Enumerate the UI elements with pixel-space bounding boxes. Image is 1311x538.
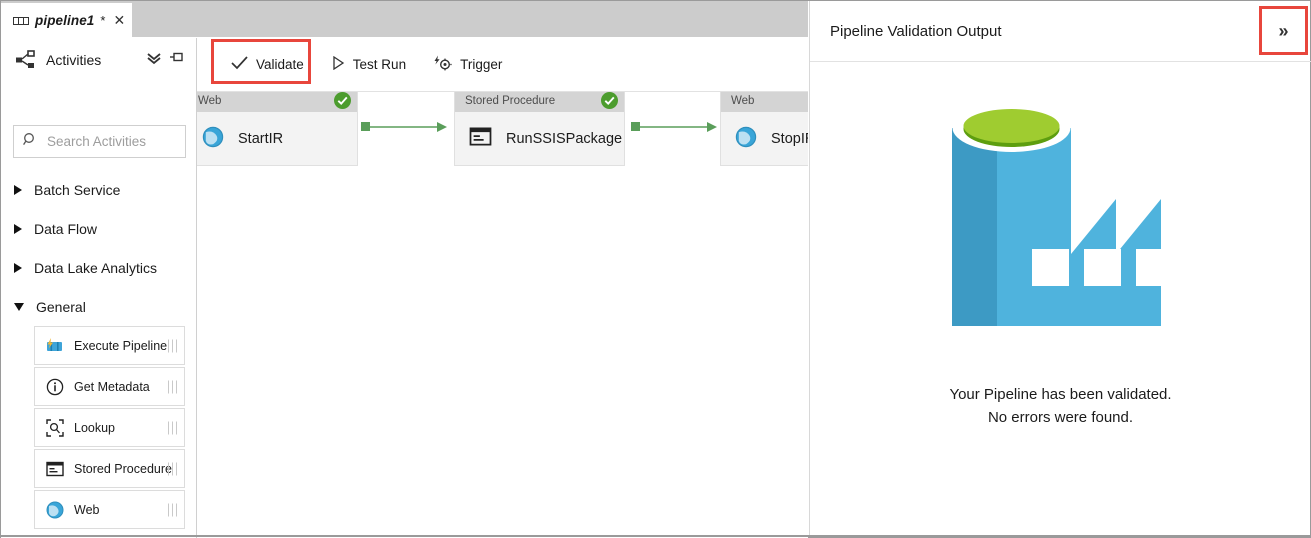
double-chevron-down-icon[interactable] <box>145 50 163 71</box>
validation-panel-body: Your Pipeline has been validated. No err… <box>810 62 1311 536</box>
activities-panel: Activities Search Activities Batch Servi… <box>1 38 197 538</box>
drag-handle-icon[interactable] <box>167 503 177 516</box>
node-name-label: RunSSISPackage <box>506 131 623 147</box>
drag-handle-icon[interactable] <box>167 339 177 352</box>
web-globe-icon <box>45 500 65 520</box>
validation-panel-title: Pipeline Validation Output <box>830 22 1002 40</box>
collapse-panel-button[interactable]: » <box>1259 6 1308 55</box>
search-activities-box[interactable] <box>13 125 186 158</box>
pipeline-canvas-area: Validate Test Run Trigger Web StartIR St… <box>197 38 808 538</box>
general-items-list: Execute Pipeline Get Metadata Lookup Sto… <box>1 326 197 529</box>
status-valid-icon <box>334 92 351 109</box>
tree-group-label: Data Lake Analytics <box>34 259 157 276</box>
validate-button[interactable]: Validate <box>219 47 316 83</box>
node-name-label: StartIR <box>238 131 284 147</box>
trigger-label: Trigger <box>460 57 503 72</box>
chevron-right-icon <box>14 184 22 195</box>
test-run-label: Test Run <box>352 57 407 72</box>
pipeline-canvas[interactable]: Web StartIR Stored Procedure RunSSISPack… <box>197 92 808 537</box>
adf-pipeline-editor: pipeline1 * ✕ Activities Search Activiti… <box>0 0 1311 538</box>
node-body: StartIR <box>197 112 357 166</box>
activity-item-label: Web <box>74 502 100 517</box>
execute-pipeline-icon <box>45 336 65 356</box>
activity-item-get-metadata[interactable]: Get Metadata <box>34 367 185 406</box>
factory-icon <box>926 94 1196 361</box>
node-output-handle[interactable] <box>361 122 370 131</box>
stored-procedure-icon <box>468 124 493 154</box>
search-input[interactable] <box>47 134 167 149</box>
drag-handle-icon[interactable] <box>167 380 177 393</box>
validate-label: Validate <box>256 57 304 72</box>
trigger-button[interactable]: Trigger <box>422 47 514 83</box>
chevron-right-icon <box>14 223 22 234</box>
drag-handle-icon[interactable] <box>167 462 177 475</box>
canvas-node-startir[interactable]: Web StartIR <box>197 92 358 166</box>
info-circle-icon <box>45 377 65 397</box>
activities-tree: Batch Service Data Flow Data Lake Analyt… <box>1 170 197 538</box>
tree-group-label: General <box>36 298 86 315</box>
tab-title: pipeline1 <box>35 12 95 28</box>
canvas-node-stopir[interactable]: Web StopIR <box>720 92 808 166</box>
tab-dirty-marker: * <box>100 12 106 28</box>
tree-group-batch-service[interactable]: Batch Service <box>1 170 197 209</box>
web-globe-icon <box>734 125 758 154</box>
node-output-handle[interactable] <box>631 122 640 131</box>
validation-output-panel: Pipeline Validation Output » Your Pipeli… <box>809 1 1311 537</box>
drag-handle-icon[interactable] <box>167 421 177 434</box>
pipeline-icon <box>13 14 29 26</box>
web-globe-icon <box>201 125 225 154</box>
tree-group-general[interactable]: General <box>1 287 197 326</box>
lookup-icon <box>45 418 65 438</box>
node-type-label: Web <box>198 94 222 107</box>
activity-item-label: Lookup <box>74 420 116 435</box>
activity-item-label: Execute Pipeline <box>74 338 168 353</box>
double-chevron-right-icon: » <box>1278 20 1289 41</box>
canvas-node-runssispackage[interactable]: Stored Procedure RunSSISPackage <box>454 92 625 166</box>
tree-group-label: Data Flow <box>34 220 98 237</box>
tree-group-label: Batch Service <box>34 181 121 198</box>
pin-icon[interactable] <box>169 50 185 71</box>
connector-startir-to-runssispackage <box>365 122 447 132</box>
activity-item-lookup[interactable]: Lookup <box>34 408 185 447</box>
tree-group-data-flow[interactable]: Data Flow <box>1 209 197 248</box>
activity-item-label: Stored Procedure <box>74 461 172 476</box>
node-type-label: Stored Procedure <box>465 94 556 107</box>
play-icon <box>332 55 345 73</box>
activities-title: Activities <box>46 52 102 68</box>
node-body: StopIR <box>721 112 808 166</box>
tree-group-data-lake-analytics[interactable]: Data Lake Analytics <box>1 248 197 287</box>
tab-pipeline1[interactable]: pipeline1 * ✕ <box>1 3 132 37</box>
validation-message-line2: No errors were found. <box>987 409 1134 427</box>
search-icon <box>23 132 38 152</box>
node-body: RunSSISPackage <box>455 112 624 166</box>
activity-item-stored-procedure[interactable]: Stored Procedure <box>34 449 185 488</box>
chevron-down-icon <box>14 302 24 311</box>
activity-item-web[interactable]: Web <box>34 490 185 529</box>
close-icon[interactable]: ✕ <box>113 13 125 27</box>
activity-item-execute-pipeline[interactable]: Execute Pipeline <box>34 326 185 365</box>
status-valid-icon <box>601 92 618 109</box>
node-header: Web <box>721 92 808 112</box>
node-type-label: Web <box>731 94 755 107</box>
trigger-gear-icon <box>434 55 452 74</box>
activity-item-label: Get Metadata <box>74 379 150 394</box>
stored-procedure-icon <box>45 459 65 479</box>
chevron-right-icon <box>14 262 22 273</box>
connector-runssispackage-to-stopir <box>635 122 717 132</box>
window-bottom-edge <box>1 535 1310 537</box>
test-run-button[interactable]: Test Run <box>320 47 418 83</box>
checkmark-icon <box>231 56 248 73</box>
pipeline-toolbar: Validate Test Run Trigger <box>197 38 808 92</box>
activities-graph-icon <box>15 50 37 70</box>
node-header: Web <box>197 92 357 112</box>
node-name-label: StopIR <box>771 131 808 147</box>
validation-message: Your Pipeline has been validated. No err… <box>949 383 1171 430</box>
validation-message-line1: Your Pipeline has been validated. <box>949 386 1172 403</box>
validation-panel-header: Pipeline Validation Output » <box>810 1 1311 62</box>
node-header: Stored Procedure <box>455 92 624 112</box>
activities-header: Activities <box>1 38 197 82</box>
tab-strip: pipeline1 * ✕ <box>1 1 808 37</box>
